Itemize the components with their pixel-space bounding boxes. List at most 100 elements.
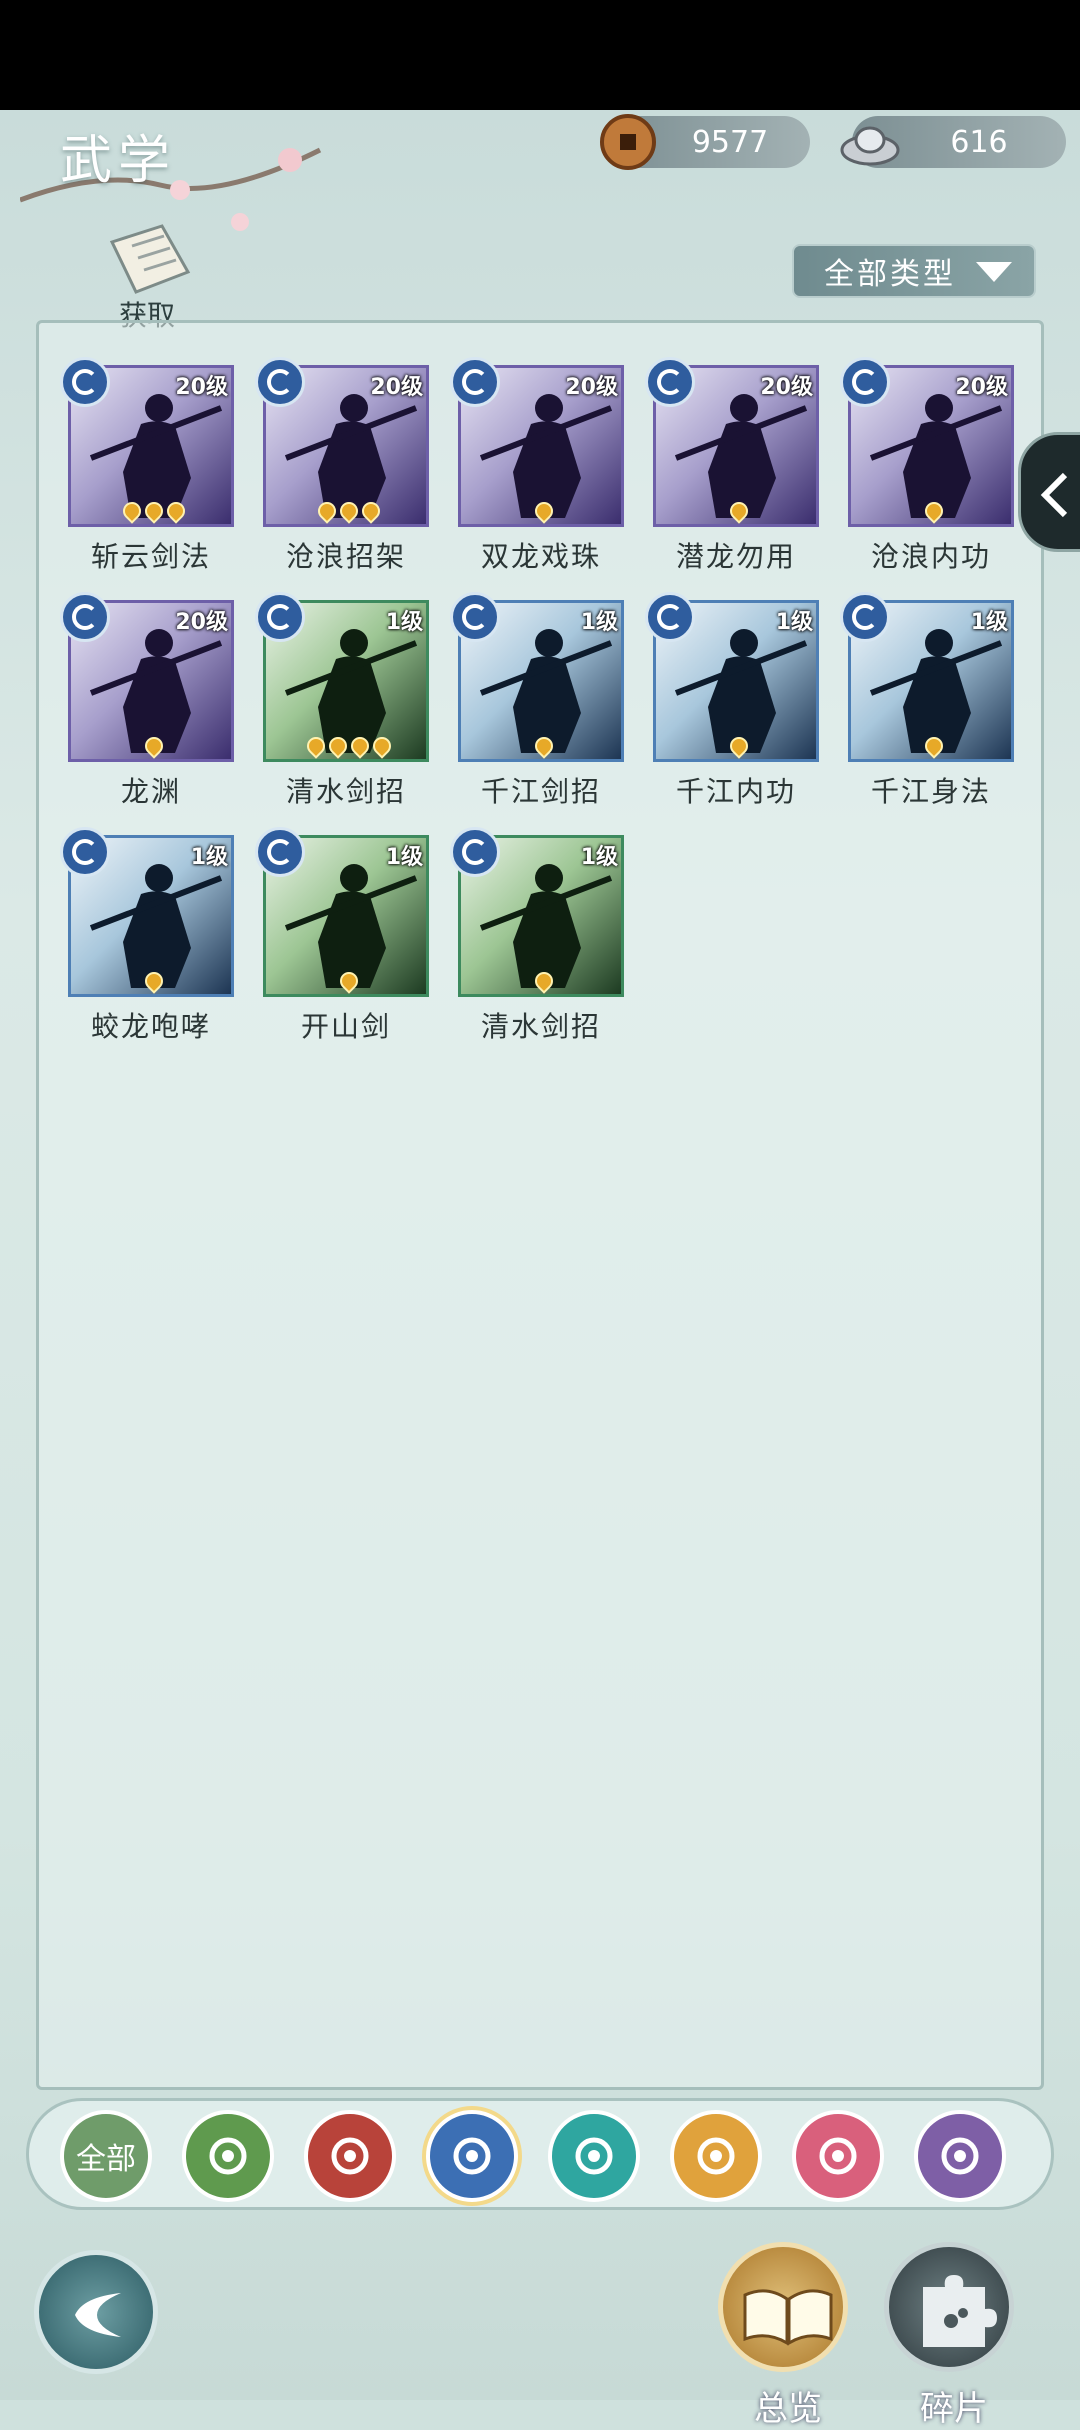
skill-name: 开山剑 — [300, 1010, 391, 1043]
skill-card[interactable]: 20级龙渊 — [60, 592, 234, 808]
chevron-down-icon — [976, 262, 1012, 282]
rank-marks — [266, 733, 426, 759]
rank-marks — [461, 733, 621, 759]
skill-level: 20级 — [955, 375, 1008, 400]
copper-coin-counter: 9577 — [600, 114, 810, 170]
silver-ingot-counter: 616 — [840, 116, 1066, 168]
skill-card[interactable]: 1级 清水剑招 — [255, 592, 429, 808]
skill-level: 20级 — [565, 375, 618, 400]
flame-mark-icon — [163, 498, 189, 524]
sword-icon — [186, 2114, 270, 2198]
skill-card[interactable]: 1级 千江剑招 — [450, 592, 624, 808]
skill-name: 斩云剑法 — [90, 540, 211, 573]
water-school-icon — [645, 357, 695, 407]
rank-marks — [71, 733, 231, 759]
category-butterfly-button[interactable] — [548, 2110, 640, 2202]
category-wave-button[interactable] — [426, 2110, 518, 2202]
silver-ingot-value: 616 — [950, 124, 1008, 160]
flame-mark-icon — [726, 733, 752, 759]
rank-marks — [851, 733, 1011, 759]
category-moon-button[interactable] — [792, 2110, 884, 2202]
flame-mark-icon — [336, 498, 362, 524]
fire-icon — [308, 2114, 392, 2198]
flame-mark-icon — [347, 733, 373, 759]
copper-coin-value: 9577 — [691, 124, 769, 160]
category-rose-button[interactable] — [914, 2110, 1006, 2202]
category-bar — [26, 2098, 1054, 2210]
flame-mark-icon — [358, 498, 384, 524]
flame-mark-icon — [921, 733, 947, 759]
skill-name: 潜龙勿用 — [675, 540, 796, 573]
flame-mark-icon — [369, 733, 395, 759]
skill-name: 千江内功 — [675, 775, 796, 808]
page-title: 武学 — [60, 131, 177, 191]
type-filter-dropdown[interactable]: 全部类型 — [792, 244, 1036, 298]
wave-icon — [430, 2114, 514, 2198]
fragments-label: 碎片 — [920, 2389, 988, 2429]
skill-card[interactable]: 20级潜龙勿用 — [645, 357, 819, 573]
skill-grid-panel — [36, 320, 1044, 2090]
water-school-icon — [255, 357, 305, 407]
type-filter-label: 全部类型 — [824, 257, 956, 292]
skill-card[interactable]: 1级开山剑 — [255, 827, 429, 1043]
copper-coin-icon — [600, 114, 656, 170]
skill-card[interactable]: 1级 清水剑招 — [450, 827, 624, 1043]
all-icon: 全部 — [76, 2142, 136, 2177]
shield-icon — [674, 2114, 758, 2198]
water-school-icon — [60, 357, 110, 407]
flame-mark-icon — [921, 498, 947, 524]
flame-mark-icon — [141, 498, 167, 524]
flame-mark-icon — [303, 733, 329, 759]
skill-name: 千江身法 — [870, 775, 991, 808]
rank-marks — [71, 968, 231, 994]
butterfly-icon — [552, 2114, 636, 2198]
skill-card[interactable]: 20级 沧浪内功 — [840, 357, 1014, 573]
skill-name: 龙渊 — [120, 775, 181, 808]
flame-mark-icon — [314, 498, 340, 524]
side-drawer-toggle[interactable] — [1018, 432, 1080, 552]
silver-ingot-icon — [840, 126, 900, 166]
skill-level: 20级 — [760, 375, 813, 400]
fragments-button[interactable]: 碎片 — [884, 2242, 1014, 2429]
skill-name: 蛟龙咆哮 — [90, 1010, 211, 1043]
back-arrow-icon — [75, 2293, 121, 2337]
rank-marks — [851, 498, 1011, 524]
skill-level: 1级 — [970, 610, 1008, 635]
rank-marks — [461, 968, 621, 994]
rank-marks — [656, 733, 816, 759]
martial-arts-page: 武学 9577 616 获取 全部类型 20级 斩云剑法 20级 沧浪招架 20… — [0, 110, 1080, 2429]
overview-button[interactable]: 总览 — [718, 2242, 848, 2429]
skill-level: 1级 — [190, 845, 228, 870]
water-school-icon — [60, 592, 110, 642]
skill-card[interactable]: 20级 斩云剑法 — [60, 357, 234, 573]
category-fire-button[interactable] — [304, 2110, 396, 2202]
skill-card[interactable]: 1级 千江内功 — [645, 592, 819, 808]
skill-card[interactable]: 1级千江身法 — [840, 592, 1014, 808]
rank-marks — [656, 498, 816, 524]
skill-name: 清水剑招 — [480, 1010, 601, 1043]
skill-level: 20级 — [175, 610, 228, 635]
back-button[interactable] — [34, 2250, 158, 2374]
skill-level: 1级 — [385, 845, 423, 870]
rank-marks — [71, 498, 231, 524]
acquire-button[interactable]: 获取 — [92, 222, 202, 332]
rank-marks — [266, 968, 426, 994]
rank-marks — [266, 498, 426, 524]
category-shield-button[interactable] — [670, 2110, 762, 2202]
puzzle-piece-icon — [923, 2275, 997, 2347]
skill-card[interactable]: 20级 双龙戏珠 — [450, 357, 624, 573]
category-all-button[interactable]: 全部 — [60, 2110, 152, 2202]
flame-mark-icon — [531, 968, 557, 994]
skill-card[interactable]: 20级 沧浪招架 — [255, 357, 429, 573]
skill-name: 沧浪招架 — [285, 540, 406, 573]
water-school-icon — [840, 592, 890, 642]
water-school-icon — [840, 357, 890, 407]
water-school-icon — [450, 357, 500, 407]
skill-card[interactable]: 1级蛟龙咆哮 — [60, 827, 234, 1043]
category-sword-button[interactable] — [182, 2110, 274, 2202]
flame-mark-icon — [325, 733, 351, 759]
scroll-icon — [109, 224, 191, 294]
water-school-icon — [255, 827, 305, 877]
water-school-icon — [645, 592, 695, 642]
moon-icon — [796, 2114, 880, 2198]
